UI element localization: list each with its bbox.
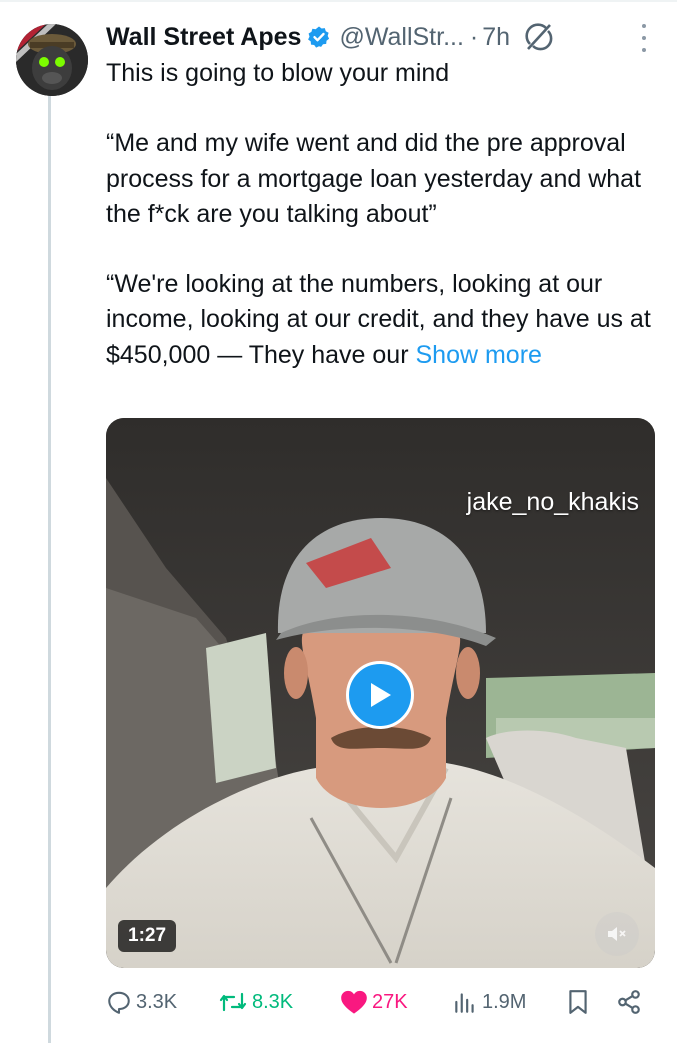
- volume-muted-icon[interactable]: [595, 912, 639, 956]
- repost-count: 8.3K: [252, 990, 294, 1013]
- tweet-text-para2: “Me and my wife went and did the pre app…: [106, 129, 642, 228]
- separator-dot: ·: [469, 22, 479, 51]
- reply-count: 3.3K: [136, 990, 178, 1013]
- avatar[interactable]: [16, 24, 88, 96]
- video-player[interactable]: jake_no_khakis 1:27: [106, 418, 655, 968]
- repost-icon: [219, 992, 247, 1012]
- tweet-text-para3: “We're looking at the numbers, looking a…: [106, 267, 666, 373]
- share-icon[interactable]: [616, 985, 646, 1019]
- play-button[interactable]: [346, 661, 414, 729]
- views-button[interactable]: 1.9M: [452, 985, 526, 1019]
- reply-icon: [108, 991, 130, 1014]
- video-overlay-username: jake_no_khakis: [466, 488, 639, 516]
- tweet-text: This is going to blow your mind “Me and …: [106, 56, 666, 373]
- bookmark-icon[interactable]: [566, 985, 594, 1019]
- grok-icon[interactable]: [524, 22, 554, 52]
- reply-button[interactable]: 3.3K: [106, 985, 177, 1019]
- play-icon: [371, 683, 391, 707]
- verified-badge-icon: [307, 25, 331, 49]
- like-button[interactable]: 27K: [340, 985, 408, 1019]
- views-count: 1.9M: [482, 990, 527, 1013]
- repost-button[interactable]: 8.3K: [218, 985, 293, 1019]
- like-icon: [341, 990, 367, 1014]
- like-count: 27K: [372, 990, 408, 1013]
- show-more-link[interactable]: Show more: [415, 341, 541, 369]
- video-duration: 1:27: [118, 920, 177, 952]
- author-name[interactable]: Wall Street Apes: [106, 23, 301, 52]
- tweet-text-line1: This is going to blow your mind: [106, 59, 450, 87]
- tweet-header: Wall Street Apes @WallStr... · 7h: [106, 18, 666, 56]
- author-handle[interactable]: @WallStr...: [339, 23, 463, 52]
- tweet-text-para3-body: “We're looking at the numbers, looking a…: [106, 270, 651, 369]
- action-bar: 3.3K 8.3K 27K 1.9M: [106, 985, 666, 1019]
- top-divider: [0, 0, 677, 2]
- more-options-icon[interactable]: [639, 24, 649, 52]
- thread-line: [48, 96, 51, 1043]
- timestamp[interactable]: 7h: [482, 23, 510, 52]
- views-icon: [455, 993, 474, 1013]
